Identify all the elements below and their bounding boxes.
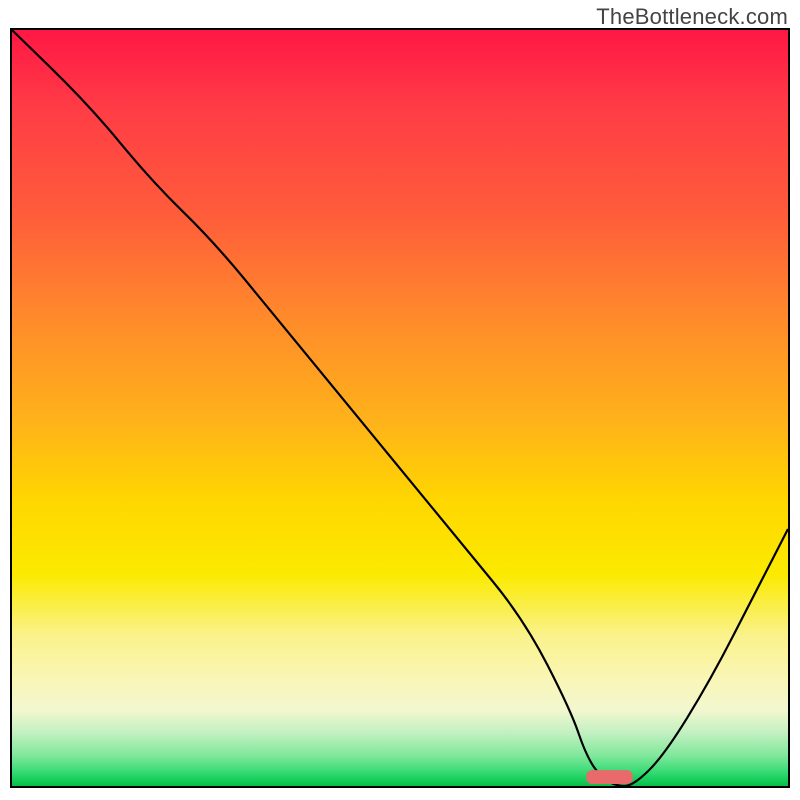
watermark-text: TheBottleneck.com (596, 4, 788, 30)
bottleneck-curve-line (12, 30, 788, 786)
optimal-marker (586, 770, 633, 784)
chart-frame (10, 28, 790, 788)
chart-svg (12, 30, 788, 786)
